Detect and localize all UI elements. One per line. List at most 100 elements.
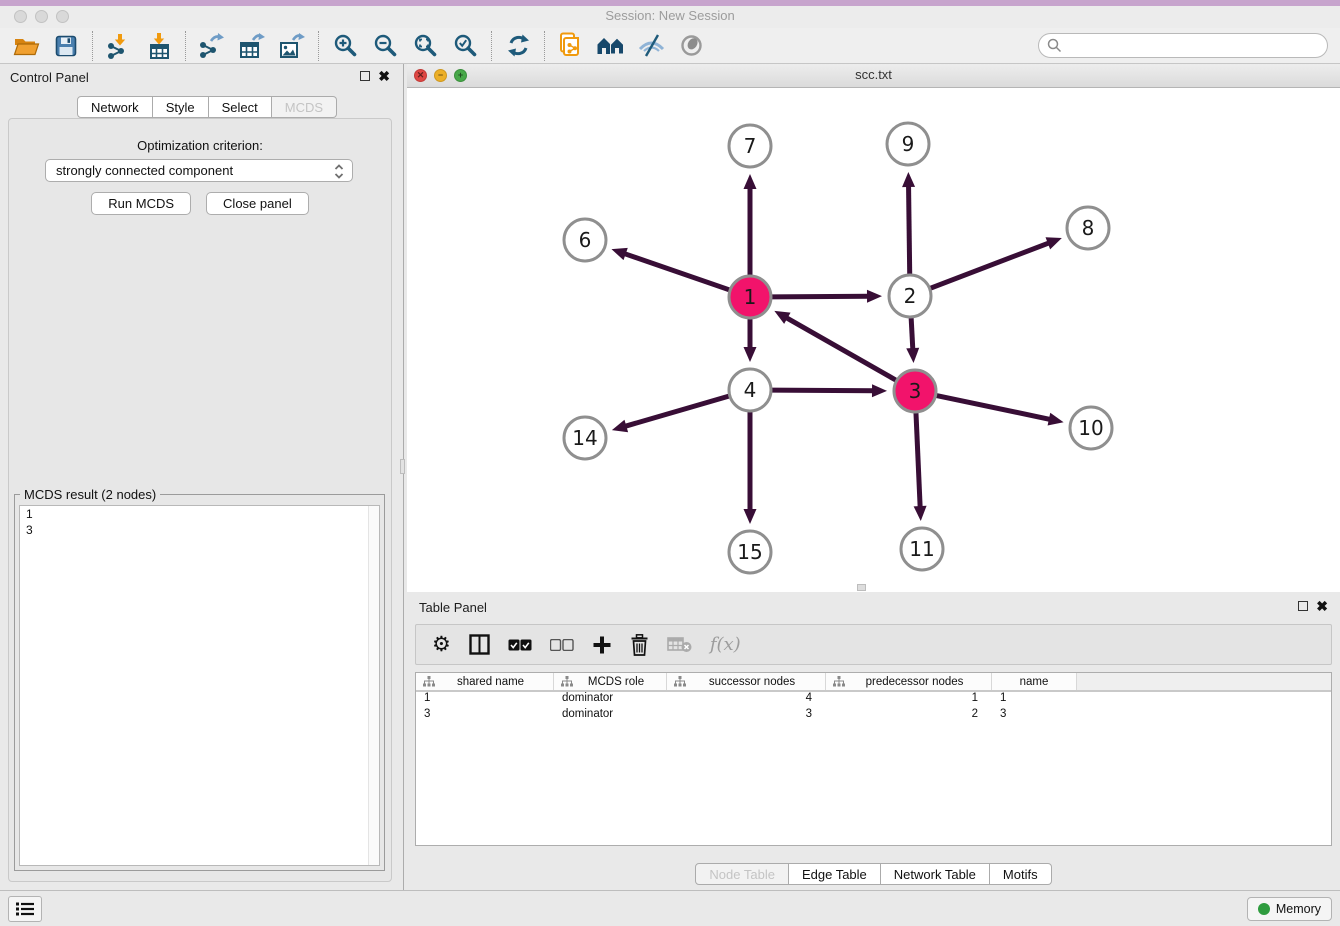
zoom-in-icon [333,33,358,58]
table-row[interactable]: 3dominator323 [416,708,1331,724]
split-columns-icon [469,634,490,655]
export-image-icon [279,33,306,59]
zoom-selected-icon [453,33,478,58]
toolbar-separator [318,31,319,61]
table-settings-button[interactable]: ⚙ [432,634,451,655]
float-table-panel-icon[interactable] [1298,601,1308,611]
edge-2-8[interactable] [931,242,1051,288]
first-neighbors-button[interactable] [591,29,631,63]
hide-selected-button[interactable] [631,29,671,63]
task-history-button[interactable] [8,896,42,922]
search-field[interactable] [1038,33,1328,58]
node-table[interactable]: shared nameMCDS rolesuccessor nodesprede… [415,672,1332,846]
zoom-fit-button[interactable] [405,29,445,63]
open-session-button[interactable] [6,29,46,63]
delete-table-disabled-icon [667,636,692,653]
function-builder-disabled-icon: f(x) [710,634,741,655]
function-builder-button[interactable]: f(x) [710,634,741,655]
import-table-button[interactable] [139,29,179,63]
search-icon [1047,38,1062,53]
edge-3-11[interactable] [916,413,920,509]
tab-node-table[interactable]: Node Table [695,863,789,885]
result-item[interactable]: 1 [20,506,379,522]
result-item[interactable]: 3 [20,522,379,538]
export-image-button[interactable] [272,29,312,63]
save-session-button[interactable] [46,29,86,63]
column-header-predecessor-nodes[interactable]: predecessor nodes [826,673,992,690]
memory-button[interactable]: Memory [1247,897,1332,921]
network-canvas-svg[interactable]: 1234678910111415 [407,88,1340,592]
column-header-shared-name[interactable]: shared name [416,673,554,690]
show-column-panel-button[interactable] [469,634,490,655]
tab-style[interactable]: Style [153,96,209,118]
node-label-4: 4 [744,378,757,402]
tab-motifs[interactable]: Motifs [990,863,1052,885]
cell: 1 [992,692,1077,708]
tab-select[interactable]: Select [209,96,272,118]
hierarchy-icon [423,676,435,687]
table-body: 1dominator4113dominator323 [416,692,1331,724]
zoom-out-button[interactable] [365,29,405,63]
close-table-panel-icon[interactable]: ✖ [1316,601,1328,611]
hierarchy-icon [561,676,573,687]
edge-3-1[interactable] [785,317,896,380]
refresh-icon [506,33,531,58]
cell: 3 [416,708,554,724]
edge-1-6[interactable] [623,253,729,290]
new-network-from-selection-button[interactable] [551,29,591,63]
delete-column-button[interactable] [630,634,649,656]
window-titlebar: Session: New Session [0,6,1340,28]
hierarchy-icon [833,676,845,687]
float-panel-icon[interactable] [360,71,370,81]
cell: 1 [416,692,554,708]
import-network-button[interactable] [99,29,139,63]
search-input[interactable] [1068,36,1327,56]
edge-4-14[interactable] [623,396,728,427]
deselect-all-button[interactable] [550,639,574,651]
export-network-button[interactable] [192,29,232,63]
edge-1-2[interactable] [772,296,870,297]
cell: 1 [826,692,992,708]
criterion-dropdown[interactable]: strongly connected component [45,159,353,182]
mcds-result-list[interactable]: 13 [19,505,380,866]
show-all-button[interactable] [671,29,711,63]
close-panel-button[interactable]: Close panel [206,192,309,215]
vertical-splitter[interactable] [400,64,407,890]
hierarchy-icon [674,676,686,687]
edge-arrowhead [902,172,915,187]
zoom-in-button[interactable] [325,29,365,63]
edge-arrowhead [744,347,757,362]
result-scrollbar-track[interactable] [368,506,379,865]
splitter-grip[interactable] [400,459,405,474]
table-panel: Table Panel ✖ ⚙ [407,592,1340,890]
edge-2-9[interactable] [909,184,910,274]
edge-arrowhead [867,290,882,303]
copy-network-icon [559,32,584,59]
refresh-button[interactable] [498,29,538,63]
tab-network-table[interactable]: Network Table [881,863,990,885]
close-panel-icon[interactable]: ✖ [378,71,390,81]
zoom-selected-button[interactable] [445,29,485,63]
network-canvas[interactable]: 1234678910111415 [407,88,1340,592]
table-row[interactable]: 1dominator411 [416,692,1331,708]
select-all-button[interactable] [508,639,532,651]
tab-network[interactable]: Network [77,96,153,118]
deselect-all-icon [550,639,574,651]
column-header-successor-nodes[interactable]: successor nodes [667,673,826,690]
edge-3-10[interactable] [937,396,1052,420]
delete-table-button[interactable] [667,636,692,653]
run-mcds-button[interactable]: Run MCDS [91,192,191,215]
cell: 3 [992,708,1077,724]
edge-2-3[interactable] [911,318,913,351]
column-header-name[interactable]: name [992,673,1077,690]
create-column-button[interactable] [592,635,612,655]
houses-icon [597,35,625,56]
column-header-MCDS-role[interactable]: MCDS role [554,673,667,690]
tab-mcds[interactable]: MCDS [272,96,337,118]
tab-edge-table[interactable]: Edge Table [789,863,881,885]
export-table-button[interactable] [232,29,272,63]
edge-4-3[interactable] [772,390,875,391]
network-bottom-grip[interactable] [857,584,866,591]
network-window-titlebar[interactable]: ✕ − + scc.txt [407,64,1340,88]
node-label-7: 7 [744,134,757,158]
